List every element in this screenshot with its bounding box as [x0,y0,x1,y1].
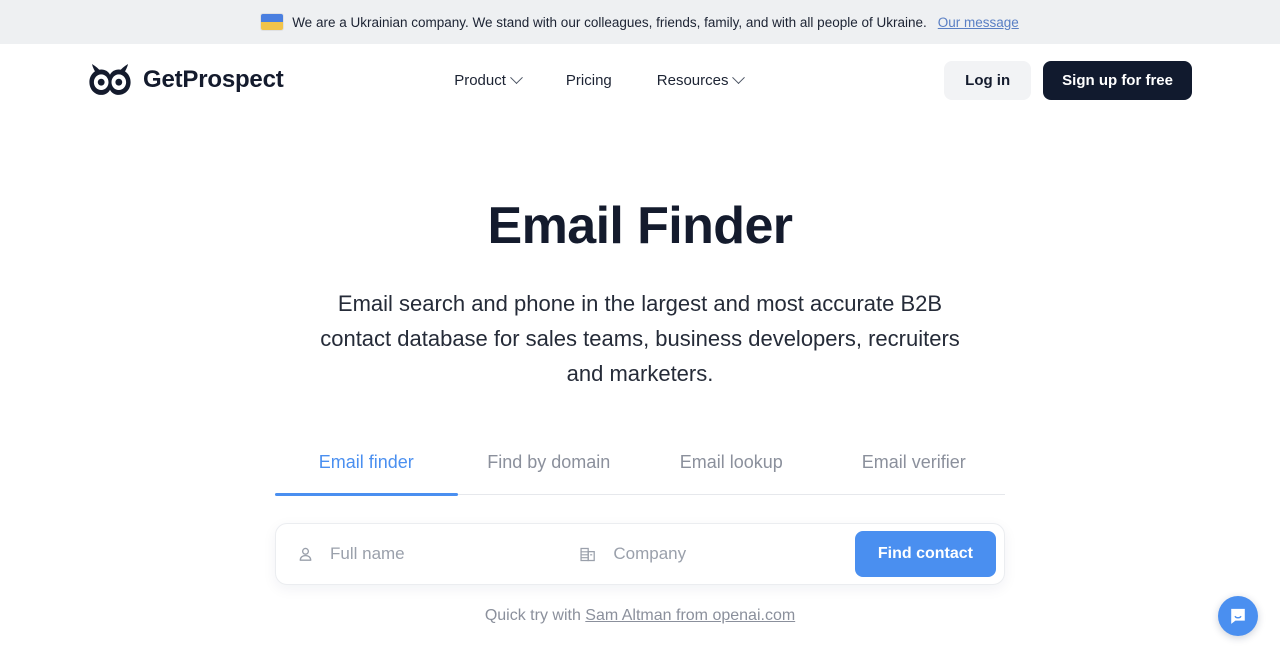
tab-email-verifier[interactable]: Email verifier [823,452,1006,494]
banner-text: We are a Ukrainian company. We stand wit… [292,14,927,30]
ukraine-banner: We are a Ukrainian company. We stand wit… [0,0,1280,44]
quick-try-prefix: Quick try with [484,607,586,625]
company-field[interactable] [579,524,855,584]
chat-widget-button[interactable] [1218,596,1258,636]
nav-item-product[interactable]: Product [454,70,523,89]
nav-item-resources[interactable]: Resources [656,70,746,89]
building-icon [580,547,596,561]
chevron-down-icon [732,70,746,84]
chevron-down-icon [510,70,523,84]
hero-subtitle: Email search and phone in the largest an… [320,291,960,387]
page-title: Email Finder [487,197,793,255]
sign-up-button[interactable]: Sign up for free [1043,60,1192,100]
chat-bubble-icon [1231,608,1245,624]
email-finder-form: Find contact [275,523,1005,586]
full-name-field[interactable] [296,524,580,584]
quick-try-example-link[interactable]: Sam Altman from openai.com [585,607,795,624]
ukraine-flag-icon [261,14,284,30]
nav-item-label: Pricing [565,71,612,89]
banner-our-message-link[interactable]: Our message [938,15,1019,30]
nav-item-pricing[interactable]: Pricing [566,72,612,89]
log-in-button[interactable]: Log in [944,60,1032,100]
tab-email-finder[interactable]: Email finder [275,452,458,494]
find-contact-button[interactable]: Find contact [854,531,996,578]
person-icon [299,547,312,561]
nav-item-label: Resources [656,71,729,89]
auth-actions: Log in Sign up for free [944,60,1192,100]
site-header: GetProspect Product Pricing Resources Lo… [0,44,1280,116]
nav-item-label: Product [454,71,506,89]
tab-find-by-domain[interactable]: Find by domain [458,452,641,494]
full-name-input[interactable] [328,543,580,566]
company-input[interactable] [611,543,855,566]
quick-try-row: Quick try with Sam Altman from openai.co… [0,607,1280,625]
main-navigation: Product Pricing Resources [254,70,945,89]
hero-section: Email Finder Email search and phone in t… [0,116,1280,391]
tab-email-lookup[interactable]: Email lookup [640,452,823,494]
search-mode-tabs: Email finder Find by domain Email lookup… [275,452,1006,496]
owl-logo-icon [89,64,131,95]
